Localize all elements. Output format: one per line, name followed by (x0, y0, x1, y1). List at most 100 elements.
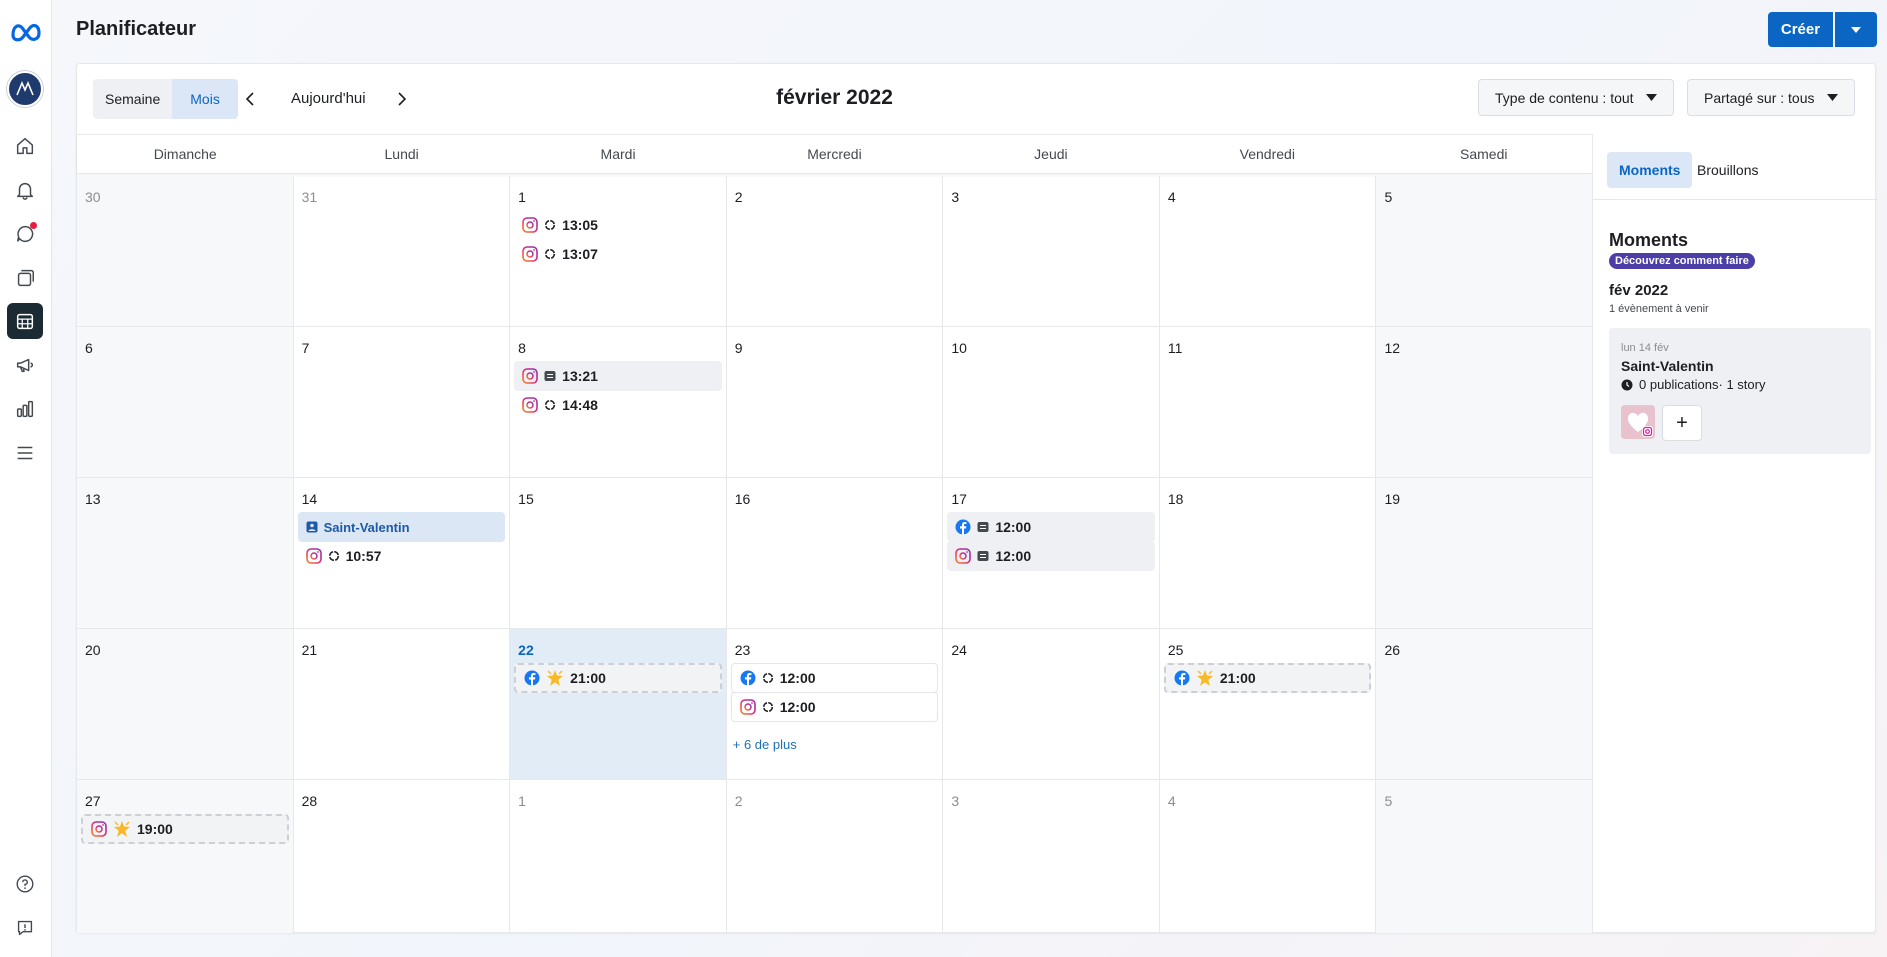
calendar-icon[interactable] (7, 303, 43, 339)
day-cell[interactable]: 27 19:00 (77, 780, 294, 933)
day-cell[interactable]: 17 12:00 12:00 (943, 478, 1160, 628)
calendar-toolbar: Semaine Mois Aujourd'hui février 2022 Ty… (77, 64, 1877, 134)
scheduled-icon (545, 399, 556, 411)
day-cell[interactable]: 15 (510, 478, 727, 628)
day-cell[interactable]: 3 (943, 780, 1160, 933)
post-event[interactable]: 12:00 (947, 541, 1155, 571)
bell-icon[interactable] (7, 172, 43, 208)
moment-thumbnail[interactable] (1621, 405, 1655, 439)
day-cell[interactable]: 5 (1376, 176, 1593, 326)
event-time: 13:21 (562, 368, 598, 384)
day-cell[interactable]: 18 (1160, 478, 1377, 628)
chat-icon[interactable] (7, 216, 43, 252)
instagram-icon (91, 821, 107, 837)
instagram-icon (955, 548, 972, 564)
day-number: 14 (301, 491, 318, 507)
create-dropdown-button[interactable] (1835, 12, 1877, 47)
help-icon[interactable] (7, 866, 43, 902)
day-cell[interactable]: 21 (294, 629, 511, 779)
create-button[interactable]: Créer (1768, 12, 1833, 47)
moments-panel: Moments Brouillons Moments Découvrez com… (1592, 134, 1878, 933)
panel-tabs: Moments Brouillons (1593, 134, 1878, 200)
post-event[interactable]: 21:00 (514, 663, 722, 693)
caret-down-icon (1645, 94, 1657, 101)
report-icon[interactable] (7, 910, 43, 946)
week-row: 30 31 1 13:05 13:07 2 3 4 5 (77, 176, 1593, 327)
day-cell[interactable]: 14 Saint-Valentin 10:57 (294, 478, 511, 628)
facebook-icon (740, 670, 756, 686)
day-cell[interactable]: 9 (727, 327, 944, 477)
meta-logo-icon[interactable] (9, 20, 43, 42)
post-event[interactable]: 12:00 (947, 512, 1155, 542)
day-cell[interactable]: 28 (294, 780, 511, 933)
day-cell[interactable]: 1 13:05 13:07 (510, 176, 727, 326)
more-events-link[interactable]: + 6 de plus (733, 737, 797, 752)
moment-icon (306, 521, 318, 533)
day-cell[interactable]: 1 (510, 780, 727, 933)
day-cell[interactable]: 31 (294, 176, 511, 326)
post-event[interactable]: 13:21 (514, 361, 722, 391)
day-cell[interactable]: 2 (727, 780, 944, 933)
day-cell[interactable]: 24 (943, 629, 1160, 779)
content-icon[interactable] (7, 260, 43, 296)
day-cell[interactable]: 26 (1376, 629, 1593, 779)
post-event[interactable]: 21:00 (1163, 663, 1372, 693)
day-number: 2 (734, 793, 743, 809)
day-number: 24 (951, 642, 967, 658)
account-avatar[interactable] (7, 71, 43, 107)
add-moment-post-button[interactable]: + (1662, 405, 1702, 441)
day-cell[interactable]: 5 (1376, 780, 1593, 933)
post-event[interactable]: 13:05 (514, 210, 722, 240)
day-number: 21 (301, 642, 318, 658)
day-cell[interactable]: 7 (294, 327, 511, 477)
moment-stats: 0 publications· 1 story (1621, 377, 1765, 392)
suggested-time-icon (547, 670, 564, 686)
day-cell[interactable]: 6 (77, 327, 294, 477)
megaphone-icon[interactable] (7, 347, 43, 383)
day-cell[interactable]: 16 (727, 478, 944, 628)
shared-on-filter[interactable]: Partagé sur : tous (1687, 79, 1855, 116)
day-number: 11 (1167, 340, 1183, 356)
event-time: 19:00 (137, 821, 173, 837)
post-event[interactable]: 19:00 (81, 814, 289, 844)
post-event[interactable]: 14:48 (514, 390, 722, 420)
post-icon (544, 371, 556, 381)
insights-icon[interactable] (7, 391, 43, 427)
home-icon[interactable] (7, 128, 43, 164)
day-cell[interactable]: 3 (943, 176, 1160, 326)
facebook-icon (955, 519, 971, 535)
day-cell[interactable]: 12 (1376, 327, 1593, 477)
learn-how-pill[interactable]: Découvrez comment faire (1609, 253, 1755, 269)
day-cell[interactable]: 13 (77, 478, 294, 628)
day-number: 18 (1167, 491, 1184, 507)
scheduled-icon (762, 672, 773, 684)
day-cell[interactable]: 19 (1376, 478, 1593, 628)
tab-moments[interactable]: Moments (1607, 152, 1693, 188)
menu-icon[interactable] (7, 435, 43, 471)
day-cell[interactable]: 10 (943, 327, 1160, 477)
day-cell[interactable]: 25 21:00 (1160, 629, 1377, 779)
day-number: 4 (1167, 793, 1176, 809)
day-cell[interactable]: 22 21:00 (510, 629, 727, 779)
moment-card[interactable]: lun 14 fév Saint-Valentin 0 publications… (1609, 328, 1871, 454)
day-cell[interactable]: 8 13:21 14:48 (510, 327, 727, 477)
day-cell[interactable]: 2 (727, 176, 944, 326)
moment-stats-text: 0 publications· 1 story (1639, 377, 1766, 392)
tab-drafts[interactable]: Brouillons (1685, 152, 1770, 188)
day-number: 19 (1384, 491, 1401, 507)
post-event[interactable]: 12:00 (730, 663, 939, 693)
moment-event[interactable]: Saint-Valentin (297, 512, 506, 542)
post-event[interactable]: 13:07 (514, 239, 722, 269)
post-event[interactable]: 10:57 (298, 541, 506, 571)
instagram-icon (522, 368, 538, 384)
day-number: 5 (1384, 793, 1393, 809)
day-cell[interactable]: 4 (1160, 780, 1377, 933)
post-event[interactable]: 12:00 (730, 692, 939, 722)
day-cell[interactable]: 4 (1160, 176, 1377, 326)
day-cell[interactable]: 30 (77, 176, 294, 326)
day-cell[interactable]: 23 12:00 12:00 + 6 de plus (727, 629, 944, 779)
content-type-filter[interactable]: Type de contenu : tout (1478, 79, 1674, 116)
month-title: février 2022 (776, 86, 893, 109)
day-cell[interactable]: 20 (77, 629, 294, 779)
day-cell[interactable]: 11 (1160, 327, 1377, 477)
